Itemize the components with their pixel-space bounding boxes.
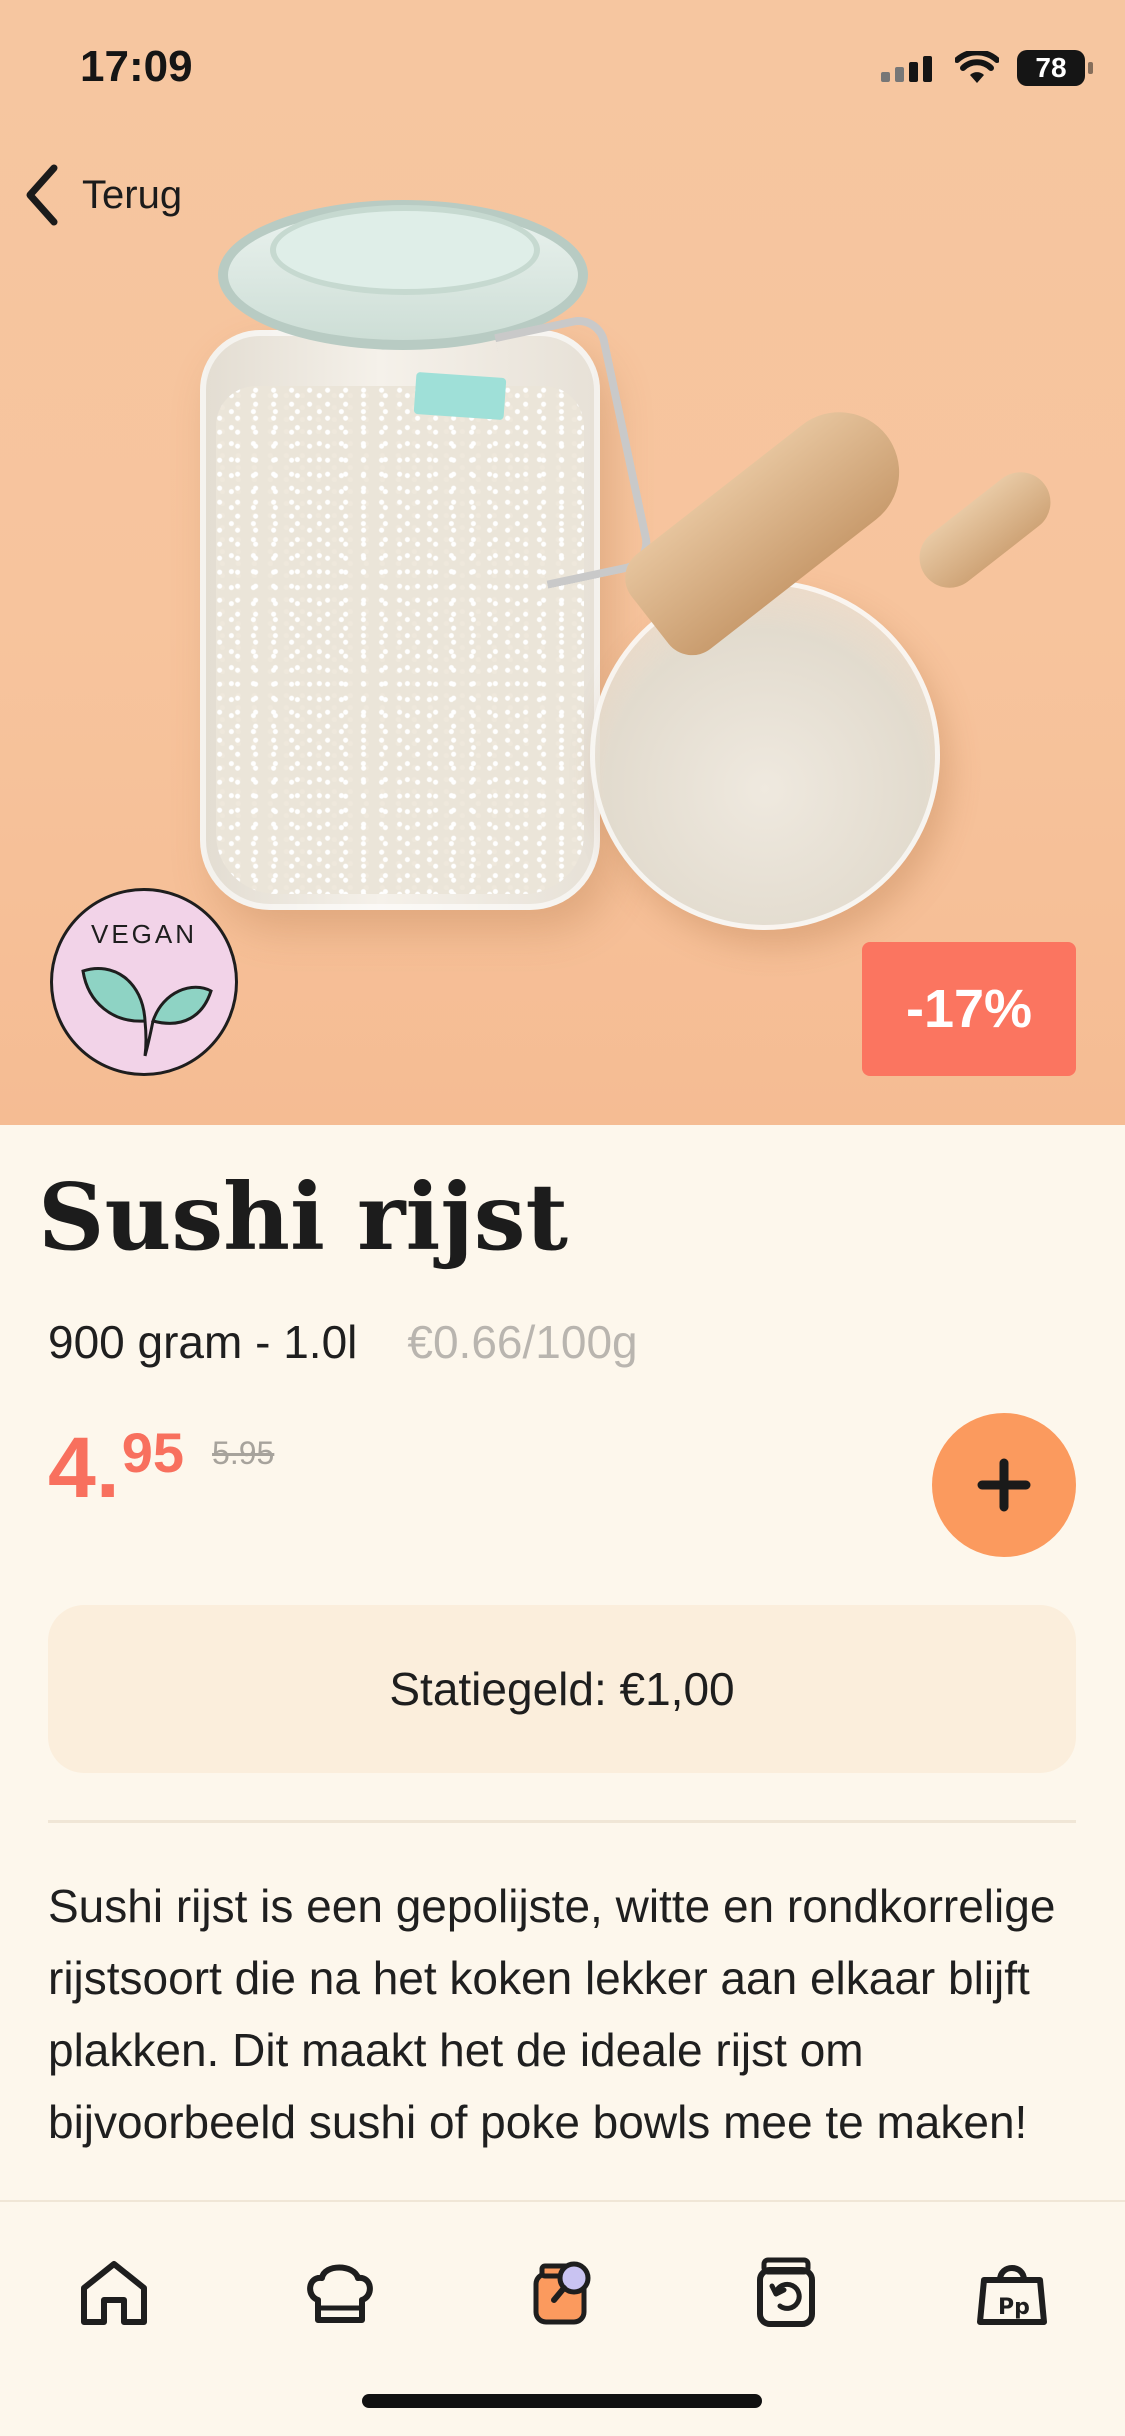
price-integer: 4. [48, 1420, 120, 1516]
home-indicator [362, 2394, 762, 2408]
divider [48, 1820, 1076, 1823]
plus-icon [977, 1458, 1031, 1512]
product-hero-image: 17:09 78 Terug VEGAN -17% [0, 0, 1125, 1125]
tab-cart[interactable]: Pp [962, 2242, 1062, 2342]
product-weight: 900 gram - 1.0l [48, 1316, 358, 1368]
tab-products[interactable] [514, 2242, 614, 2342]
home-icon [81, 2261, 147, 2325]
jar-return-icon [757, 2257, 815, 2327]
deposit-info: Statiegeld: €1,00 [48, 1605, 1076, 1773]
status-icons: 78 [881, 48, 1093, 88]
back-button[interactable]: Terug [20, 160, 182, 230]
status-time: 17:09 [80, 42, 193, 91]
discount-badge: -17% [862, 942, 1076, 1076]
tab-home[interactable] [64, 2242, 164, 2342]
status-bar: 17:09 78 [0, 0, 1125, 140]
tab-returns[interactable] [736, 2242, 836, 2342]
tab-recipes[interactable] [290, 2242, 390, 2342]
svg-text:Pp: Pp [998, 2295, 1030, 2320]
battery-icon: 78 [1017, 50, 1093, 86]
signal-icon [881, 56, 932, 82]
chevron-left-icon [26, 164, 58, 226]
product-meta: 900 gram - 1.0l €0.66/100g [48, 1315, 638, 1369]
price-decimal: 95 [121, 1421, 185, 1484]
jar-lid-top [270, 205, 540, 295]
add-to-cart-button[interactable] [932, 1413, 1076, 1557]
chef-hat-icon [307, 2264, 373, 2323]
leaf-icon [81, 966, 213, 1057]
wooden-scoop-handle [907, 460, 1063, 600]
rice-bowl [590, 580, 940, 930]
jar-search-icon [533, 2261, 591, 2325]
unit-price: €0.66/100g [407, 1316, 638, 1368]
shopping-bag-icon: Pp [977, 2265, 1047, 2325]
wifi-icon [955, 51, 999, 83]
back-label: Terug [82, 172, 183, 217]
product-title: Sushi rijst [38, 1163, 568, 1271]
price: 4. 95 5.95 [48, 1420, 275, 1516]
product-description: Sushi rijst is een gepolijste, witte en … [48, 1880, 1056, 2148]
old-price: 5.95 [212, 1435, 275, 1471]
vegan-badge: VEGAN [50, 888, 238, 1076]
jar-tag [413, 371, 507, 421]
